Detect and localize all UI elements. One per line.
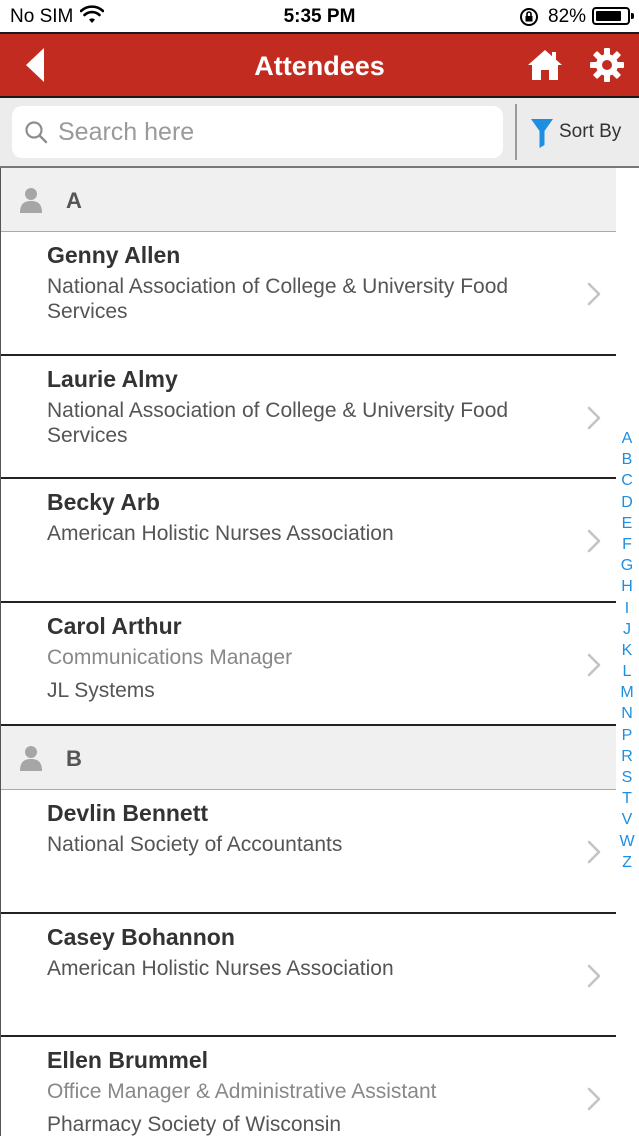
- index-letter[interactable]: F: [617, 534, 637, 555]
- search-input[interactable]: [58, 112, 488, 152]
- chevron-right-icon: [587, 282, 601, 311]
- section-header: B: [1, 726, 616, 790]
- funnel-icon: [530, 118, 554, 153]
- index-letter[interactable]: D: [617, 492, 637, 513]
- index-letter[interactable]: K: [617, 640, 637, 661]
- attendee-organization: JL Systems: [47, 678, 155, 702]
- attendee-name: Casey Bohannon: [47, 923, 235, 950]
- sort-by-label: Sort By: [559, 121, 622, 142]
- attendee-detail: American Holistic Nurses Association: [47, 956, 394, 980]
- chevron-right-icon: [587, 653, 601, 682]
- index-letter[interactable]: C: [617, 470, 637, 491]
- index-letter[interactable]: V: [617, 809, 637, 830]
- alphabet-index[interactable]: ABCDEFGHIJKLMNPRSTVWZ: [617, 428, 637, 873]
- battery-percentage: 82%: [548, 6, 587, 27]
- person-icon: [19, 745, 43, 776]
- chevron-right-icon: [587, 406, 601, 435]
- status-bar: No SIM 5:35 PM 82%: [0, 0, 639, 32]
- index-letter[interactable]: W: [617, 831, 637, 852]
- person-icon: [19, 187, 43, 218]
- attendee-row[interactable]: Devlin Bennett National Society of Accoun…: [1, 790, 616, 914]
- index-letter[interactable]: M: [617, 682, 637, 703]
- index-letter[interactable]: Z: [617, 852, 637, 873]
- attendee-name: Laurie Almy: [47, 365, 178, 392]
- attendee-name: Devlin Bennett: [47, 800, 209, 826]
- section-letter: A: [66, 188, 82, 213]
- attendee-name: Genny Allen: [47, 242, 181, 268]
- attendee-detail: National Association of College & Univer…: [47, 398, 509, 447]
- attendee-row[interactable]: Genny Allen National Association of Colle…: [1, 232, 616, 356]
- section-header: A: [1, 168, 616, 232]
- index-letter[interactable]: E: [617, 513, 637, 534]
- index-letter[interactable]: H: [617, 576, 637, 597]
- index-letter[interactable]: G: [617, 555, 637, 576]
- index-letter[interactable]: J: [617, 619, 637, 640]
- attendee-row[interactable]: Becky Arb American Holistic Nurses Associ…: [1, 479, 616, 603]
- index-letter[interactable]: R: [617, 746, 637, 767]
- attendee-name: Carol Arthur: [47, 612, 182, 639]
- attendee-organization: Pharmacy Society of Wisconsin: [47, 1113, 342, 1136]
- rotation-lock-icon: [519, 7, 539, 32]
- index-letter[interactable]: B: [617, 449, 637, 470]
- index-letter[interactable]: P: [617, 725, 637, 746]
- index-letter[interactable]: S: [617, 767, 637, 788]
- home-icon[interactable]: [526, 46, 564, 84]
- index-letter[interactable]: L: [617, 661, 637, 682]
- attendee-detail: National Association of College & Univer…: [47, 275, 509, 323]
- index-letter[interactable]: I: [617, 598, 637, 619]
- chevron-right-icon: [587, 840, 601, 869]
- nav-bar: Attendees: [0, 32, 639, 98]
- attendee-list[interactable]: A Genny Allen National Association of Coll…: [0, 168, 616, 1136]
- search-box[interactable]: [12, 106, 503, 158]
- attendee-row[interactable]: Ellen Brummel Office Manager & Administra…: [1, 1037, 616, 1136]
- chevron-right-icon: [587, 1087, 601, 1116]
- index-letter[interactable]: A: [617, 428, 637, 449]
- index-letter[interactable]: T: [617, 788, 637, 809]
- sort-by-button[interactable]: Sort By: [526, 116, 634, 148]
- chevron-right-icon: [587, 529, 601, 558]
- attendee-detail: Office Manager & Administrative Assistan…: [47, 1080, 437, 1103]
- attendee-row[interactable]: Carol Arthur Communications Manager JL Sys…: [1, 602, 616, 726]
- attendee-detail: National Society of Accountants: [47, 833, 343, 856]
- battery-icon: [592, 7, 634, 25]
- search-icon: [24, 120, 48, 149]
- divider: [515, 104, 517, 160]
- attendee-detail: American Holistic Nurses Association: [47, 522, 394, 545]
- section-letter: B: [66, 746, 82, 771]
- attendee-detail: Communications Manager: [47, 645, 293, 669]
- search-bar: Sort By: [0, 98, 639, 168]
- chevron-right-icon: [587, 964, 601, 993]
- index-letter[interactable]: N: [617, 703, 637, 724]
- clock: 5:35 PM: [283, 6, 356, 27]
- attendee-name: Ellen Brummel: [47, 1047, 209, 1073]
- attendee-row[interactable]: Casey Bohannon American Holistic Nurses A…: [1, 913, 616, 1037]
- attendee-row[interactable]: Laurie Almy National Association of Colle…: [1, 355, 616, 479]
- gear-icon[interactable]: [588, 46, 626, 84]
- attendee-name: Becky Arb: [47, 489, 160, 515]
